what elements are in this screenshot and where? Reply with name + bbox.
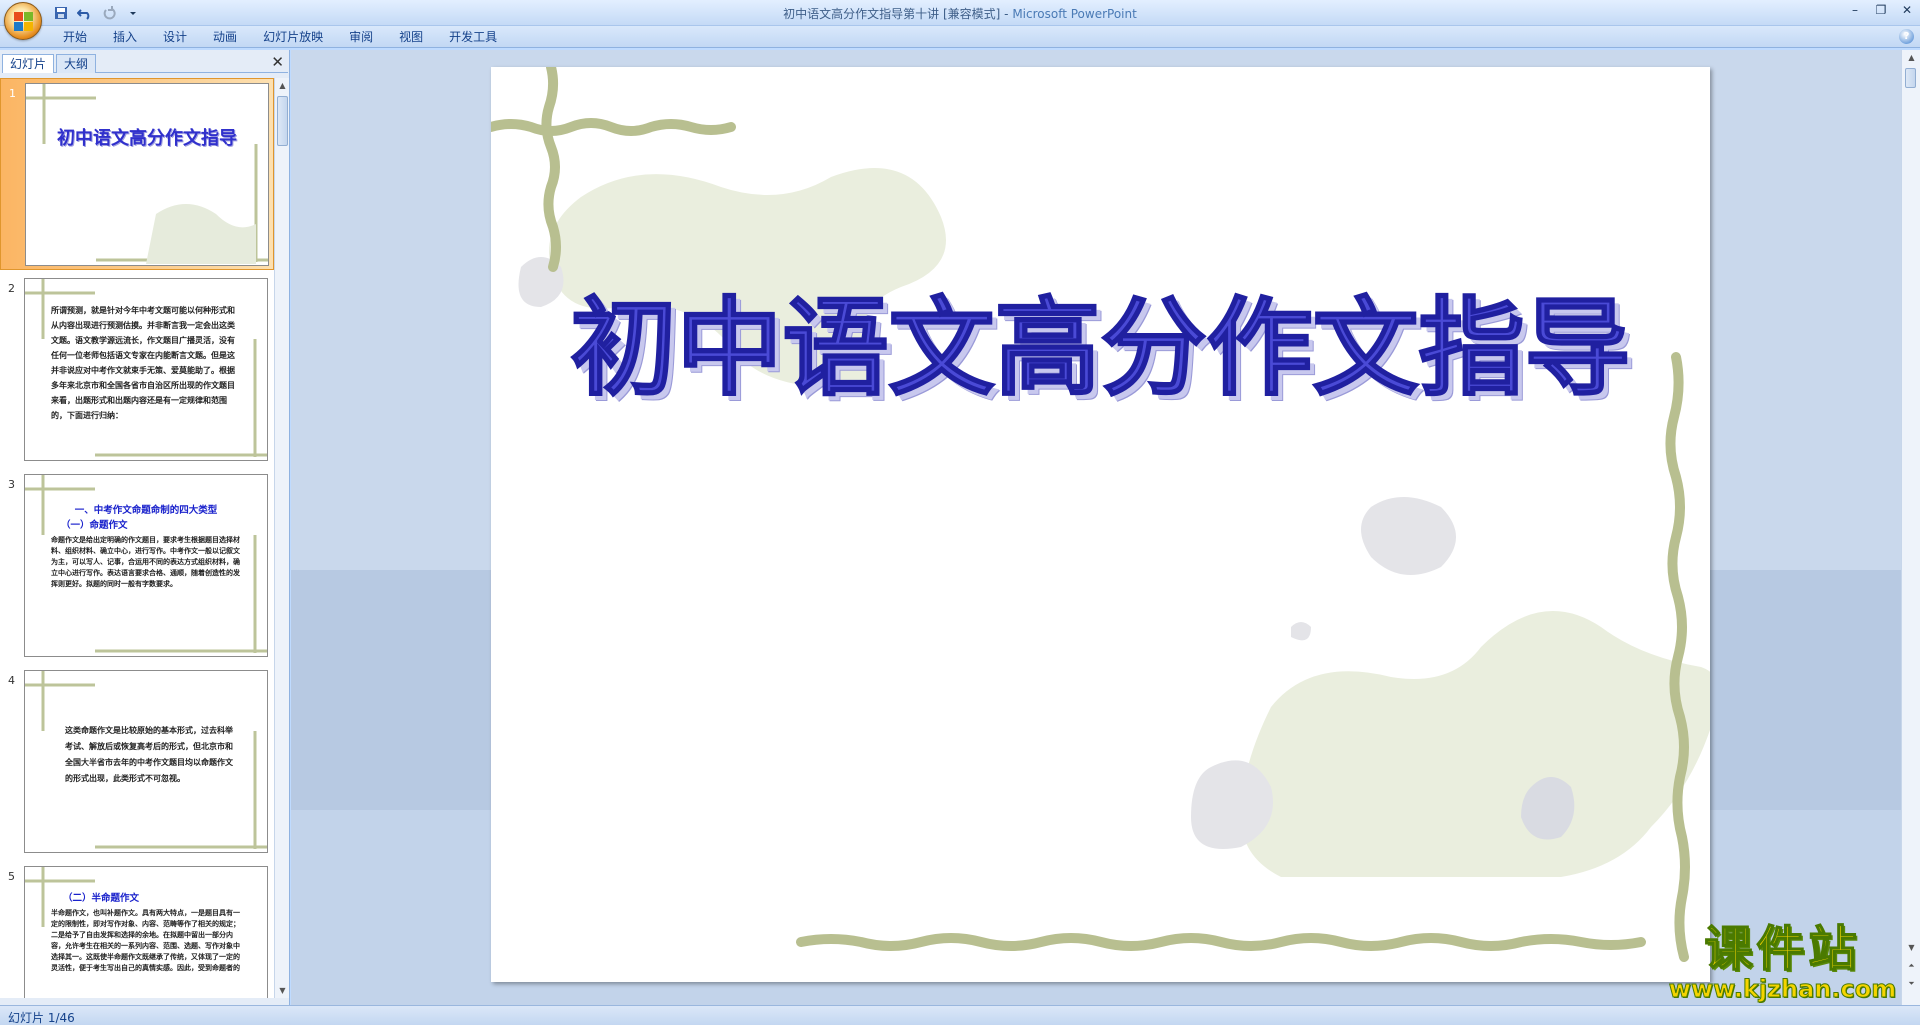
status-bar: 幻灯片 1/46 [0,1005,1920,1025]
thumbnail-paragraph: 命题作文是给出定明确的作文题目，要求考生根据题目选择材料、组织材料、确立中心，进… [51,536,240,588]
pane-tabs: 幻灯片 大纲 ✕ [2,52,288,73]
tab-home[interactable]: 开始 [50,29,100,45]
thumbnail-preview: （二）半命题作文 半命题作文，也叫补题作文。具有两大特点，一是题目具有一定的限制… [24,866,268,998]
slide-indicator: 幻灯片 1/46 [8,1011,75,1025]
thumbnail-number: 5 [8,870,15,883]
window-controls: – ❐ ✕ [1842,0,1920,20]
tab-review[interactable]: 审阅 [336,29,386,45]
ribbon: 开始 插入 设计 动画 幻灯片放映 审阅 视图 开发工具 ? [0,26,1920,48]
tab-developer[interactable]: 开发工具 [436,29,510,45]
current-slide[interactable]: 初中语文高分作文指导 [491,67,1710,982]
thumbnail-number: 4 [8,674,15,687]
restore-button[interactable]: ❐ [1868,0,1894,20]
watermark-text: 课件站 [1704,921,1861,977]
thumbnail-slide-5[interactable]: 5 （二）半命题作文 半命题作文，也叫补题作文。具有两大特点，一是题目具有一定的… [0,862,274,998]
scroll-down-icon[interactable]: ▼ [1904,940,1919,955]
help-icon[interactable]: ? [1899,29,1914,44]
slide-editor: 初中语文高分作文指导 [291,50,1901,1005]
tab-animations[interactable]: 动画 [200,29,250,45]
thumbnail-preview: 一、中考作文命题命制的四大类型 （一）命题作文 命题作文是给出定明确的作文题目，… [24,474,268,657]
tab-outline[interactable]: 大纲 [56,54,97,73]
thumbnail-body: 一、中考作文命题命制的四大类型 （一）命题作文 命题作文是给出定明确的作文题目，… [51,505,241,590]
slide-thumbnails: 1 初中语文高分作文指导 2 所谓预测，就是针对今年中考文题可能以何种形式和从内… [0,78,274,998]
thumbnail-heading: 一、中考作文命题命制的四大类型 [74,505,218,516]
editor-scrollbar[interactable]: ▲ ▼ ⏶ ⏷ [1901,50,1920,1005]
title-separator: - [1000,7,1013,21]
thumbnail-slide-3[interactable]: 3 一、中考作文命题命制的四大类型 （一）命题作文 命题作文是给出定明确的作文题… [0,470,274,662]
scroll-thumb[interactable] [1905,68,1916,88]
slide-background-decoration-icon [491,67,1710,962]
minimize-button[interactable]: – [1842,0,1868,20]
window-title: 初中语文高分作文指导第十讲 [兼容模式] - Microsoft PowerPo… [0,5,1920,22]
thumbnails-scrollbar[interactable]: ▲ ▼ [274,78,289,998]
title-bar: 初中语文高分作文指导第十讲 [兼容模式] - Microsoft PowerPo… [0,0,1920,40]
border-decoration-icon [26,84,268,264]
previous-slide-icon[interactable]: ⏶ [1904,958,1919,973]
next-slide-icon[interactable]: ⏷ [1904,976,1919,991]
ribbon-tabs: 开始 插入 设计 动画 幻灯片放映 审阅 视图 开发工具 [50,29,510,45]
tab-slideshow[interactable]: 幻灯片放映 [250,29,336,45]
thumbnail-number: 2 [8,282,15,295]
thumbnail-heading: （二）半命题作文 [63,893,140,904]
thumbnail-preview: 初中语文高分作文指导 [25,83,269,266]
scroll-thumb[interactable] [277,96,288,146]
thumbnail-title: 初中语文高分作文指导 [57,128,237,149]
scroll-up-icon[interactable]: ▲ [275,78,290,93]
thumbnail-subheading: （一）命题作文 [61,520,128,531]
tab-design[interactable]: 设计 [150,29,200,45]
slides-pane: 幻灯片 大纲 ✕ 1 初中语文高分作文指导 2 所谓预测，就是针对今年中考文题可… [0,50,290,1005]
close-pane-icon[interactable]: ✕ [271,54,284,70]
thumbnail-paragraph: 半命题作文，也叫补题作文。具有两大特点，一是题目具有一定的限制性，即对写作对象、… [51,909,240,972]
thumbnail-preview: 这类命题作文是比较原始的基本形式，过去科举考试、解放后或恢复高考后的形式，但北京… [24,670,268,853]
document-title: 初中语文高分作文指导第十讲 [兼容模式] [783,7,1001,21]
tab-slides[interactable]: 幻灯片 [2,54,55,73]
scroll-up-icon[interactable]: ▲ [1904,50,1919,65]
thumbnail-number: 1 [9,87,16,100]
thumbnail-number: 3 [8,478,15,491]
thumbnail-slide-1[interactable]: 1 初中语文高分作文指导 [0,78,274,270]
thumbnail-preview: 所谓预测，就是针对今年中考文题可能以何种形式和从内容出现进行预测估摸。并非断言我… [24,278,268,461]
tab-view[interactable]: 视图 [386,29,436,45]
thumbnail-slide-2[interactable]: 2 所谓预测，就是针对今年中考文题可能以何种形式和从内容出现进行预测估摸。并非断… [0,274,274,466]
thumbnail-slide-4[interactable]: 4 这类命题作文是比较原始的基本形式，过去科举考试、解放后或恢复高考后的形式，但… [0,666,274,858]
scroll-down-icon[interactable]: ▼ [275,983,290,998]
app-name: Microsoft PowerPoint [1012,7,1137,21]
slide-title[interactable]: 初中语文高分作文指导 [491,262,1710,416]
thumbnail-body: 所谓预测，就是针对今年中考文题可能以何种形式和从内容出现进行预测估摸。并非断言我… [51,306,235,420]
watermark-url: www.kjzhan.com [1668,975,1897,1003]
thumbnail-body: （二）半命题作文 半命题作文，也叫补题作文。具有两大特点，一是题目具有一定的限制… [51,893,241,974]
close-button[interactable]: ✕ [1894,0,1920,20]
watermark-logo: 课件站 www.kjzhan.com [1665,921,1900,1004]
office-logo-icon [14,12,34,32]
tab-insert[interactable]: 插入 [100,29,150,45]
office-button[interactable] [4,2,42,40]
thumbnail-body: 这类命题作文是比较原始的基本形式，过去科举考试、解放后或恢复高考后的形式，但北京… [65,726,233,783]
